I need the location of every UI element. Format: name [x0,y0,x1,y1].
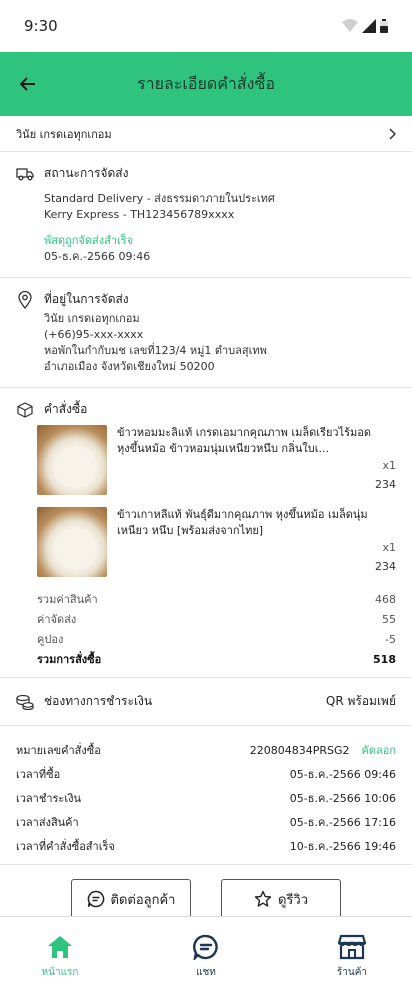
shipping-fee-value: 55 [382,612,396,626]
product-qty: x1 [382,459,396,472]
subtotal-row: รวมค่าสินค้า 468 [16,589,396,609]
subtotal-label: รวมค่าสินค้า [37,593,98,606]
product-item[interactable]: ข้าวเกาหลีแท้ พันธุ์ดีมากคุณภาพ หุงขึ้นห… [16,507,396,577]
delivery-status: พัสดุถูกจัดส่งสำเร็จ [44,234,134,247]
order-total-row: รวมการสั่งซื้อ 518 [16,649,396,669]
order-info: หมายเลขคำสั่งซื้อ 220804834PRSG2 คัดลอก … [0,726,412,865]
home-icon [46,933,74,961]
order-number: 220804834PRSG2 [249,743,350,757]
ship-time-value: 05-ธ.ค.-2566 17:16 [289,816,396,829]
product-price: 234 [375,560,396,573]
view-review-button[interactable]: ดูรีวิว [221,879,341,919]
shipping-method: Standard Delivery - ส่งธรรมดาภายในประเทศ [44,192,275,205]
ship-time-row: เวลาส่งสินค้า 05-ธ.ค.-2566 17:16 [16,810,396,834]
order-number-label: หมายเลขคำสั่งซื้อ [16,744,101,757]
battery-icon [380,19,388,33]
product-image [37,507,107,577]
bottom-nav: หน้าแรก แชท ร้านค้า [0,916,412,998]
coins-icon [16,693,34,711]
address-title: ที่อยู่ในการจัดส่ง [44,292,129,306]
back-button[interactable] [14,70,42,98]
recipient-phone: (+66)95-xxx-xxxx [44,328,144,341]
shipping-title: สถานะการจัดส่ง [44,166,129,180]
address-section: ที่อยู่ในการจัดส่ง วินัย เกรดเอทุกเกอม (… [0,278,412,388]
payment-time-row: เวลาชำระเงิน 05-ธ.ค.-2566 10:06 [16,786,396,810]
app-bar: รายละเอียดคำสั่งซื้อ [0,52,412,116]
location-pin-icon [16,290,34,309]
coupon-label: คูปอง [37,633,64,646]
subtotal-value: 468 [375,592,396,606]
shipping-fee-label: ค่าจัดส่ง [37,613,77,626]
package-icon [16,401,34,419]
product-name: ข้าวเกาหลีแท้ พันธุ์ดีมากคุณภาพ หุงขึ้นห… [117,508,368,537]
address-line-1: หอพักในกำกับมช เลขที่123/4 หมู่1 ตำบลสุเ… [44,344,267,357]
payment-time-value: 05-ธ.ค.-2566 10:06 [289,792,396,805]
chat-bubble-icon [87,890,104,908]
purchase-time-row: เวลาที่ซื้อ 05-ธ.ค.-2566 09:46 [16,762,396,786]
copy-button[interactable]: คัดลอก [361,741,396,759]
product-image [37,425,107,495]
customer-name: วินัย เกรดเอทุกเกอม [16,127,112,141]
complete-time-label: เวลาที่คำสั่งซื้อสำเร็จ [16,840,115,853]
nav-chat-label: แชท [196,967,216,978]
contact-customer-button[interactable]: ติดต่อลูกค้า [71,879,191,919]
shipping-fee-row: ค่าจัดส่ง 55 [16,609,396,629]
recipient-name: วินัย เกรดเอทุกเกอม [44,312,140,325]
nav-shop[interactable]: ร้านค้า [322,933,382,998]
nav-home[interactable]: หน้าแรก [30,933,90,998]
order-number-row: หมายเลขคำสั่งซื้อ 220804834PRSG2 คัดลอก [16,738,396,762]
nav-chat[interactable]: แชท [176,933,236,998]
ship-time-label: เวลาส่งสินค้า [16,816,79,829]
coupon-row: คูปอง -5 [16,629,396,649]
payment-title: ช่องทางการชำระเงิน [44,694,153,708]
order-total-label: รวมการสั่งซื้อ [37,653,102,666]
payment-method: QR พร้อมเพย์ [325,694,396,708]
view-review-label: ดูรีวิว [277,892,309,908]
carrier-tracking: Kerry Express - TH123456789xxxx [44,208,235,221]
complete-time-row: เวลาที่คำสั่งซื้อสำเร็จ 10-ธ.ค.-2566 19:… [16,834,396,858]
coupon-value: -5 [385,632,396,646]
signal-icon [362,19,376,33]
chat-icon [192,933,220,961]
shipping-section: สถานะการจัดส่ง Standard Delivery - ส่งธร… [0,152,412,278]
complete-time-value: 10-ธ.ค.-2566 19:46 [289,840,396,853]
product-price: 234 [375,478,396,491]
nav-shop-label: ร้านค้า [336,967,368,978]
clock: 9:30 [24,17,58,35]
status-icons [342,19,388,33]
page-title: รายละเอียดคำสั่งซื้อ [137,73,275,93]
nav-home-label: หน้าแรก [41,967,79,978]
wifi-icon [342,19,358,32]
customer-row[interactable]: วินัย เกรดเอทุกเกอม [0,116,412,152]
arrow-left-icon [20,77,35,91]
order-title: คำสั่งซื้อ [44,402,88,416]
status-bar: 9:30 [0,0,412,52]
star-icon [254,890,272,907]
order-section: คำสั่งซื้อ ข้าวหอมมะลิแท้ เกรดเอมากคุณภา… [0,388,412,678]
delivery-datetime: 05-ธ.ค.-2566 09:46 [44,250,151,263]
address-line-2: อำเภอเมือง จังหวัดเชียงใหม่ 50200 [44,360,215,373]
truck-icon [16,165,34,183]
contact-customer-label: ติดต่อลูกค้า [110,892,176,908]
purchase-time-label: เวลาที่ซื้อ [16,768,61,781]
order-total-value: 518 [373,652,396,666]
product-name: ข้าวหอมมะลิแท้ เกรดเอมากคุณภาพ เมล็ดเรีย… [117,426,372,455]
purchase-time-value: 05-ธ.ค.-2566 09:46 [289,768,396,781]
product-item[interactable]: ข้าวหอมมะลิแท้ เกรดเอมากคุณภาพ เมล็ดเรีย… [16,425,396,495]
store-icon [338,933,366,961]
payment-time-label: เวลาชำระเงิน [16,792,81,805]
payment-row: ช่องทางการชำระเงิน QR พร้อมเพย์ [0,678,412,726]
product-qty: x1 [382,541,396,554]
chevron-right-icon [389,127,396,140]
